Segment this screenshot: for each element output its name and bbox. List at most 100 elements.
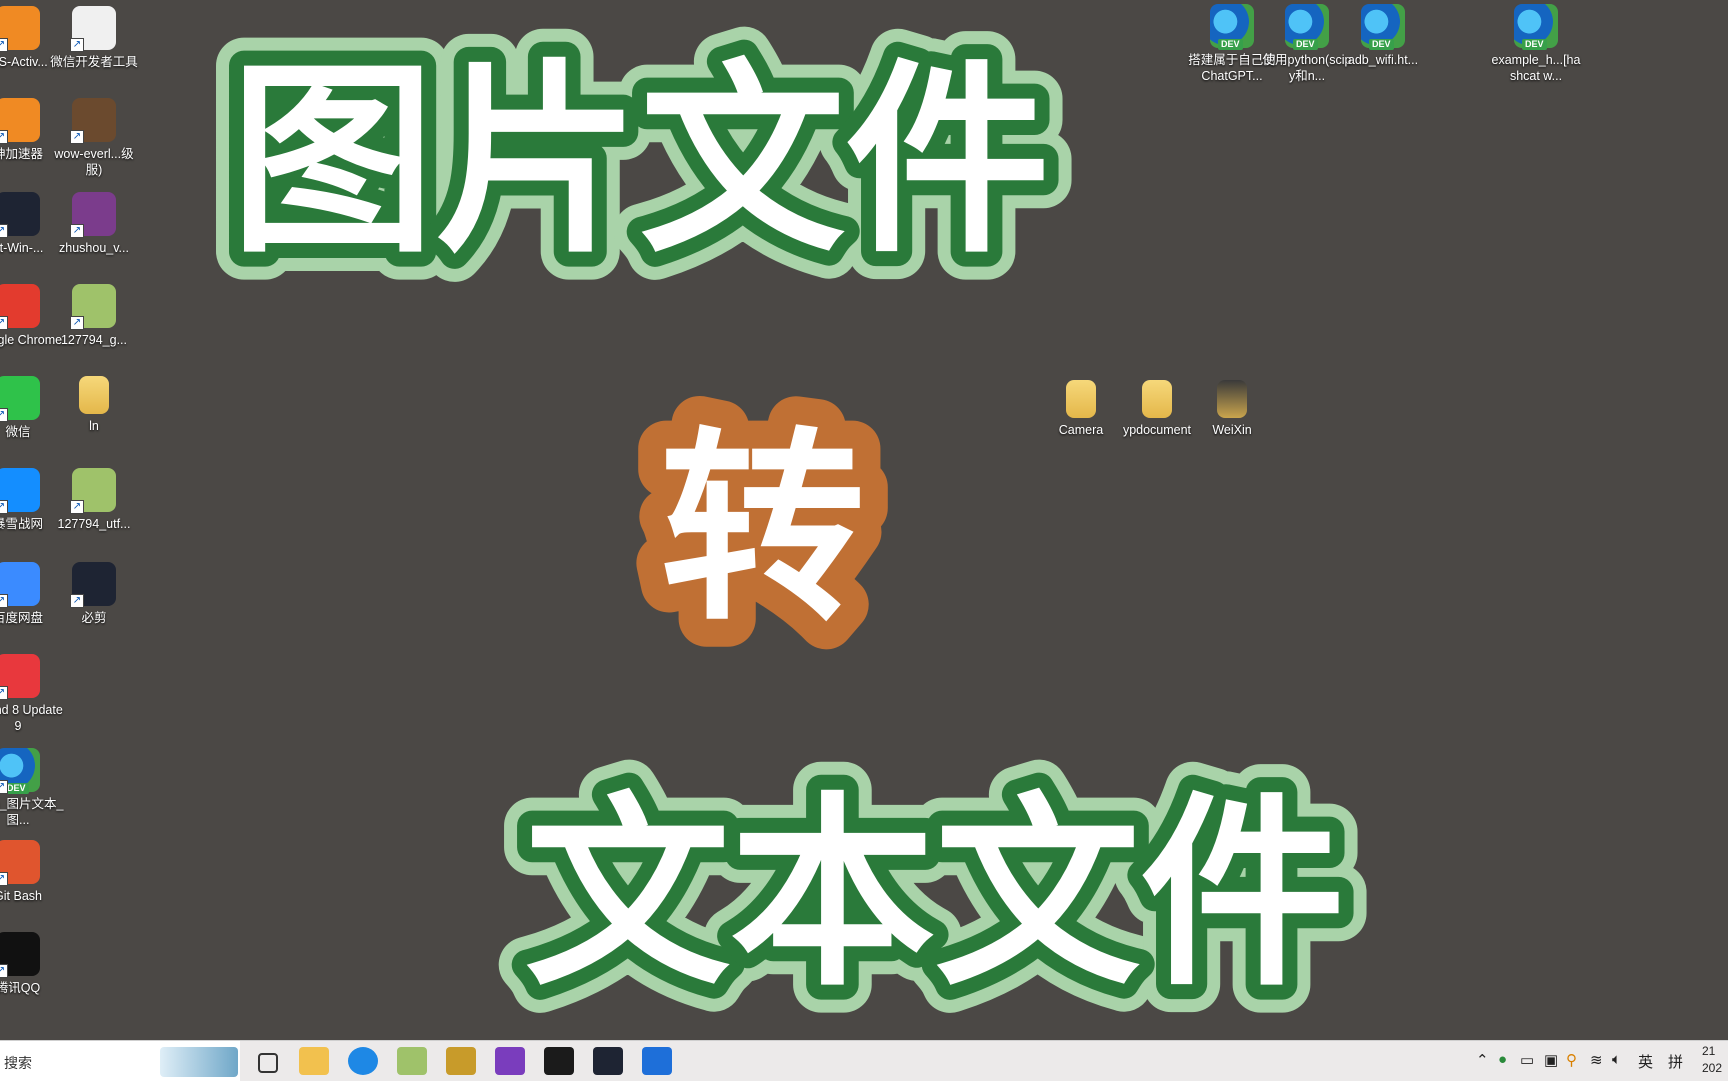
- desktop-icon-label: example_h...[hashcat w...: [1491, 53, 1581, 83]
- git-bash-icon: ↗: [0, 840, 40, 886]
- folder-icon: [79, 376, 109, 414]
- pycharm-icon[interactable]: [544, 1047, 574, 1075]
- shortcut-arrow-icon: ↗: [70, 224, 84, 238]
- search-tray-icon[interactable]: ⚲: [1566, 1051, 1577, 1069]
- wechat-devtools-icon: ↗: [70, 6, 116, 52]
- dev-badge-icon: DEV: [1369, 39, 1394, 50]
- desktop-icon[interactable]: WeiXin: [1186, 380, 1278, 438]
- desktop-icon-label: 127794_g...: [60, 333, 128, 347]
- bijian-icon[interactable]: [593, 1047, 623, 1075]
- chevron-up-icon[interactable]: ⌃: [1476, 1051, 1489, 1069]
- language-indicator[interactable]: 英: [1638, 1051, 1653, 1072]
- desktop-icon[interactable]: DEV example_h...[hashcat w...: [1490, 4, 1582, 84]
- clock-time: 21: [1702, 1044, 1716, 1058]
- overlay-line3: 文本文件: [525, 776, 1345, 1014]
- edge-dev-icon: DEV: [1210, 4, 1254, 50]
- desktop-icon[interactable]: ln: [48, 376, 140, 434]
- desktop-icon[interactable]: ↗ 微信开发者工具: [48, 6, 140, 70]
- shortcut-arrow-icon: ↗: [0, 780, 8, 794]
- edge-dev-icon[interactable]: [348, 1047, 378, 1075]
- file-explorer-icon[interactable]: [299, 1047, 329, 1075]
- screen-capture-icon[interactable]: ▣: [1544, 1051, 1558, 1069]
- folder-image-icon: [1217, 380, 1247, 418]
- hex-editor-icon[interactable]: [495, 1047, 525, 1075]
- desktop-icon[interactable]: DEV↗zhan_图片文本_图...: [0, 748, 64, 828]
- desktop-icon[interactable]: ↗ 腾讯QQ: [0, 932, 64, 996]
- xmind-icon: ↗: [0, 654, 40, 700]
- bot-icon: ↗: [0, 192, 40, 238]
- desktop-icon[interactable]: ↗ 127794_g...: [48, 284, 140, 348]
- edge-dev-icon: DEV: [1514, 4, 1558, 50]
- bijian-icon: ↗: [70, 562, 116, 608]
- overlay-line2: 转: [660, 411, 865, 649]
- folder-icon: [1142, 380, 1172, 418]
- ms-activate-icon: ↗: [0, 6, 40, 52]
- desktop-icon-label: zhushou_v...: [59, 241, 129, 255]
- clock[interactable]: 21 202: [1702, 1043, 1722, 1077]
- desktop-icon[interactable]: ↗ zhushou_v...: [48, 192, 140, 256]
- qq-icon: ↗: [0, 932, 40, 978]
- battlenet-icon: ↗: [0, 468, 40, 514]
- notepad-icon[interactable]: [397, 1047, 427, 1075]
- shortcut-arrow-icon: ↗: [0, 686, 8, 700]
- desktop-icon-label: XMind 8 Update 9: [0, 703, 63, 733]
- desktop-icon[interactable]: ↗ 127794_utf...: [48, 468, 140, 532]
- edge-dev-icon: DEV ↗: [0, 748, 40, 794]
- desktop-icon-label: wow-everl...级服): [54, 147, 134, 177]
- wechat-icon: ↗: [0, 376, 40, 422]
- wifi-icon[interactable]: ≋: [1590, 1051, 1603, 1069]
- desktop-icon[interactable]: ↗ XMind 8 Update 9: [0, 654, 64, 734]
- shortcut-arrow-icon: ↗: [70, 130, 84, 144]
- desktop-icon-label: Git Bash: [0, 889, 42, 903]
- shortcut-arrow-icon: ↗: [70, 500, 84, 514]
- accelerator-icon: ↗: [0, 98, 40, 144]
- task-view-icon[interactable]: [258, 1053, 278, 1073]
- ime-indicator[interactable]: 拼: [1668, 1051, 1683, 1072]
- search-highlight-illustration: [160, 1047, 238, 1077]
- desktop-icon-label: adb_wifi.ht...: [1347, 53, 1419, 67]
- edge-dev-icon: DEV: [1361, 4, 1405, 50]
- network-icon[interactable]: ▭: [1520, 1051, 1534, 1069]
- desktop-icon[interactable]: DEV adb_wifi.ht...: [1337, 4, 1429, 68]
- desktop-icon-label: 必剪: [81, 611, 107, 625]
- desktop-icon[interactable]: ↗ Git Bash: [0, 840, 64, 904]
- volume-icon[interactable]: 🔈︎: [1612, 1051, 1621, 1068]
- desktop-icon-label: 127794_utf...: [57, 517, 131, 531]
- shortcut-arrow-icon: ↗: [0, 316, 8, 330]
- desktop-icon-label: zhan_图片文本_图...: [0, 797, 64, 827]
- desktop-icon[interactable]: ↗ wow-everl...级服): [48, 98, 140, 178]
- notepad-icon: ↗: [70, 468, 116, 514]
- photos-icon[interactable]: [642, 1047, 672, 1075]
- clock-date: 202: [1702, 1061, 1723, 1075]
- shortcut-arrow-icon: ↗: [0, 408, 8, 422]
- shortcut-arrow-icon: ↗: [70, 316, 84, 330]
- baidu-netdisk-icon: ↗: [0, 562, 40, 608]
- overlay-line1: 图片文件: [230, 43, 1050, 281]
- dev-badge-icon: DEV: [1218, 39, 1243, 50]
- winrar-icon: ↗: [70, 192, 116, 238]
- shortcut-arrow-icon: ↗: [0, 130, 8, 144]
- desktop-icon-label: 腾讯QQ: [0, 981, 41, 995]
- overlay-titles: 图片文件 图片文件 图片文件 转 转 文本文件 文本文件 文本文件: [202, 15, 1373, 1040]
- shortcut-arrow-icon: ↗: [0, 500, 8, 514]
- ultraedit-icon[interactable]: [446, 1047, 476, 1075]
- notepad-icon: ↗: [70, 284, 116, 330]
- desktop-icon-label: 微信开发者工具: [50, 55, 138, 69]
- shortcut-arrow-icon: ↗: [0, 872, 8, 886]
- taskbar: 搜索 ⌃ ● ▭ ▣ ⚲ ≋ 🔈︎ 英 拼 21 202: [0, 1040, 1728, 1081]
- desktop-icon-label: ln: [89, 419, 99, 433]
- search-box[interactable]: 搜索: [0, 1041, 240, 1081]
- chrome-icon: ↗: [0, 284, 40, 330]
- desktop-icon[interactable]: ↗ 必剪: [48, 562, 140, 626]
- folder-icon: [1066, 380, 1096, 418]
- desktop-icon-label: WeiXin: [1212, 423, 1252, 437]
- wow-icon: ↗: [70, 98, 116, 144]
- shortcut-arrow-icon: ↗: [0, 964, 8, 978]
- dev-badge-icon: DEV: [1293, 39, 1318, 50]
- shortcut-arrow-icon: ↗: [0, 224, 8, 238]
- shortcut-arrow-icon: ↗: [70, 594, 84, 608]
- edge-tray-icon[interactable]: ●: [1498, 1051, 1507, 1068]
- shortcut-arrow-icon: ↗: [0, 38, 8, 52]
- edge-dev-icon: DEV: [1285, 4, 1329, 50]
- shortcut-arrow-icon: ↗: [0, 594, 8, 608]
